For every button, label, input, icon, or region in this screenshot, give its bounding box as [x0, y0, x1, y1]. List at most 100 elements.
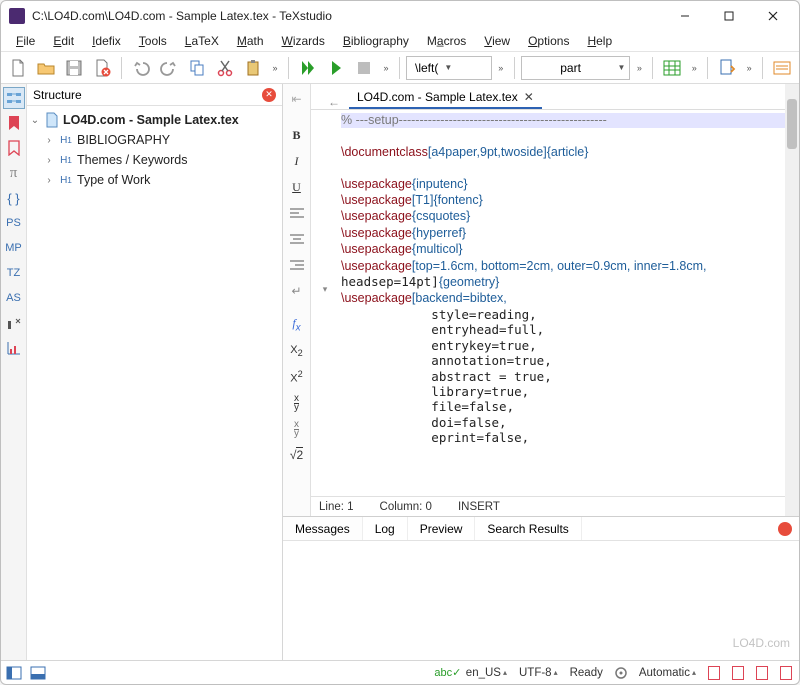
expand-icon[interactable]: ›: [43, 135, 55, 146]
frac-button[interactable]: xy: [286, 392, 308, 414]
dfrac-button[interactable]: xy: [286, 418, 308, 440]
toolbar-expand-5[interactable]: »: [687, 63, 701, 73]
spellcheck-icon[interactable]: abc✓: [439, 664, 457, 682]
new-file-button[interactable]: [5, 55, 31, 81]
pi-icon[interactable]: π: [3, 162, 25, 184]
bold-button[interactable]: B: [286, 124, 308, 146]
panel-left-icon[interactable]: [5, 664, 23, 682]
nav-up-button[interactable]: ⇤: [286, 88, 308, 110]
bracket-dropdown[interactable]: \left( ▼: [406, 56, 492, 80]
menu-options[interactable]: Options: [519, 31, 578, 51]
close-button[interactable]: [751, 2, 795, 30]
tree-root[interactable]: ⌄ LO4D.com - Sample Latex.tex: [29, 110, 280, 130]
bookmark-outline-icon[interactable]: [3, 137, 25, 159]
menu-macros[interactable]: Ma̲cros: [418, 31, 475, 51]
bottom-panel-close-button[interactable]: [778, 522, 792, 536]
tz-icon[interactable]: TZ: [3, 262, 25, 284]
italic-button[interactable]: I: [286, 150, 308, 172]
bookmark-1-icon[interactable]: [705, 664, 723, 682]
ps-icon[interactable]: PS: [3, 212, 25, 234]
tab-log[interactable]: Log: [363, 517, 408, 540]
compile-button[interactable]: [323, 55, 349, 81]
language-selector[interactable]: en_US▴: [463, 667, 510, 679]
stop-button[interactable]: [351, 55, 377, 81]
menu-wizards[interactable]: Wizards: [273, 31, 334, 51]
underline-button[interactable]: U: [286, 176, 308, 198]
chart-icon[interactable]: [3, 337, 25, 359]
menu-file[interactable]: File: [7, 31, 44, 51]
root-mode-selector[interactable]: Automatic▴: [636, 667, 699, 679]
toolbar-expand-2[interactable]: »: [379, 63, 393, 73]
editor[interactable]: ▾ % ---setup----------------------------…: [311, 110, 799, 496]
undo-button[interactable]: [128, 55, 154, 81]
bookmark-2-icon[interactable]: [729, 664, 747, 682]
fold-toggle[interactable]: ▾: [323, 282, 328, 297]
braces-icon[interactable]: { }: [3, 187, 25, 209]
compile-run-button[interactable]: [295, 55, 321, 81]
superscript-button[interactable]: X2: [286, 366, 308, 388]
align-center-button[interactable]: [286, 228, 308, 250]
code-area[interactable]: % ---setup------------------------------…: [339, 110, 799, 496]
tree-item-bibliography[interactable]: › H1 BIBLIOGRAPHY: [29, 130, 280, 150]
bookmark-3-icon[interactable]: [753, 664, 771, 682]
menu-bibliography[interactable]: Bibliography: [334, 31, 418, 51]
align-left-button[interactable]: [286, 202, 308, 224]
menu-edit[interactable]: Edit: [44, 31, 83, 51]
left-iconbar: π { } PS MP TZ AS: [1, 84, 27, 660]
magic-icon[interactable]: [3, 312, 25, 334]
redo-button[interactable]: [156, 55, 182, 81]
tab-preview[interactable]: Preview: [408, 517, 476, 540]
align-right-button[interactable]: [286, 254, 308, 276]
toolbar-expand-1[interactable]: »: [268, 63, 282, 73]
tree-item-type[interactable]: › H1 Type of Work: [29, 170, 280, 190]
scroll-thumb[interactable]: [787, 99, 797, 149]
cut-button[interactable]: [212, 55, 238, 81]
expand-icon[interactable]: ›: [43, 155, 55, 166]
editor-tab[interactable]: LO4D.com - Sample Latex.tex ✕: [349, 87, 542, 109]
section-dropdown[interactable]: part ▼: [521, 56, 631, 80]
toolbar-expand-6[interactable]: »: [742, 63, 756, 73]
save-button[interactable]: [61, 55, 87, 81]
menu-idefix[interactable]: Idefix: [83, 31, 130, 51]
menu-latex[interactable]: LaTeX: [176, 31, 228, 51]
minimize-button[interactable]: [663, 2, 707, 30]
pdf-export-button[interactable]: [714, 55, 740, 81]
expand-icon[interactable]: ⌄: [29, 115, 41, 126]
menu-help[interactable]: Help: [578, 31, 621, 51]
tab-search-results[interactable]: Search Results: [475, 517, 581, 540]
open-file-button[interactable]: [33, 55, 59, 81]
section-dropdown-label: part: [530, 61, 612, 75]
bookmark-4-icon[interactable]: [777, 664, 795, 682]
vertical-scrollbar[interactable]: [785, 84, 799, 516]
bookmarks-icon[interactable]: [3, 112, 25, 134]
menu-view[interactable]: View: [475, 31, 519, 51]
fx-button[interactable]: fx: [286, 314, 308, 336]
sqrt-button[interactable]: √2: [286, 444, 308, 466]
prev-tab-button[interactable]: ←: [325, 95, 343, 109]
paste-button[interactable]: [240, 55, 266, 81]
newline-button[interactable]: ↵: [286, 280, 308, 302]
close-file-button[interactable]: [89, 55, 115, 81]
bottom-panel: Messages Log Preview Search Results: [283, 516, 799, 660]
tree-item-themes[interactable]: › H1 Themes / Keywords: [29, 150, 280, 170]
view-log-button[interactable]: [769, 55, 795, 81]
encoding-selector[interactable]: UTF-8▴: [516, 667, 561, 679]
gear-icon[interactable]: [612, 664, 630, 682]
sidebar-close-button[interactable]: ✕: [262, 88, 276, 102]
toolbar-expand-4[interactable]: »: [632, 63, 646, 73]
toolbar-expand-3[interactable]: »: [494, 63, 508, 73]
menu-tools[interactable]: Tools: [130, 31, 176, 51]
tab-messages[interactable]: Messages: [283, 517, 363, 540]
table-button[interactable]: [659, 55, 685, 81]
format-toolbar: ⇤ B I U ↵ fx X2 X2 xy xy √2: [283, 84, 311, 516]
structure-view-icon[interactable]: [3, 87, 25, 109]
expand-icon[interactable]: ›: [43, 175, 55, 186]
mp-icon[interactable]: MP: [3, 237, 25, 259]
subscript-button[interactable]: X2: [286, 340, 308, 362]
copy-button[interactable]: [184, 55, 210, 81]
tab-close-button[interactable]: ✕: [524, 90, 534, 104]
menu-math[interactable]: Math: [228, 31, 273, 51]
as-icon[interactable]: AS: [3, 287, 25, 309]
maximize-button[interactable]: [707, 2, 751, 30]
panel-bottom-icon[interactable]: [29, 664, 47, 682]
